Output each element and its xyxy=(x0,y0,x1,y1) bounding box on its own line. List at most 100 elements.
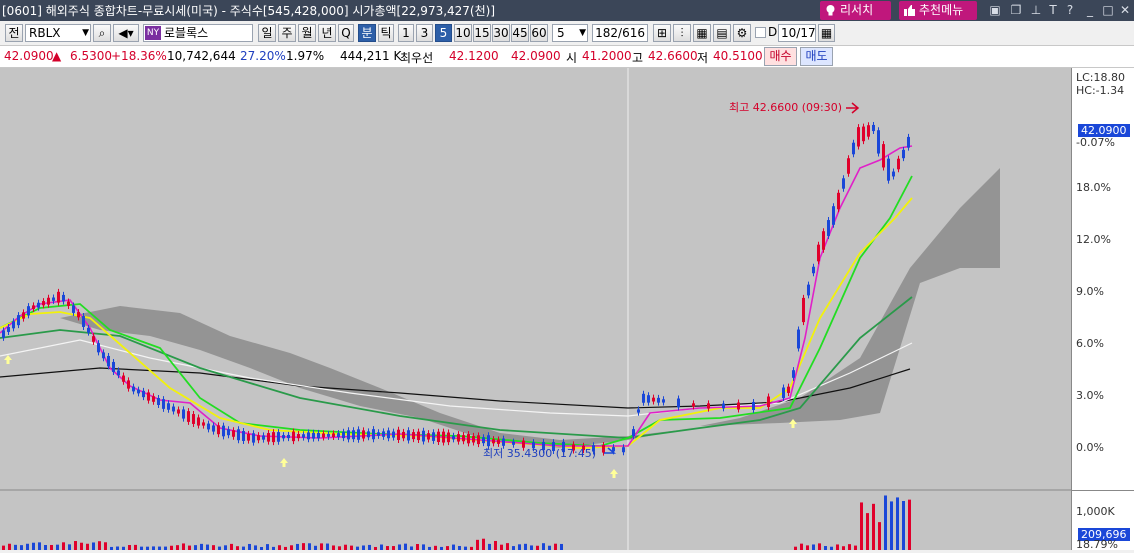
candle-body xyxy=(662,399,665,403)
interval-1[interactable]: 1 xyxy=(398,24,414,42)
interval-60[interactable]: 60 xyxy=(530,24,548,42)
candle-body xyxy=(237,429,240,441)
volume-bar xyxy=(410,546,413,550)
candle-body xyxy=(737,402,740,410)
interval-3[interactable]: 3 xyxy=(416,24,433,42)
grid-icon[interactable]: ▦ xyxy=(693,24,711,42)
candle-body xyxy=(837,192,840,210)
volume-bar xyxy=(434,545,437,550)
candle-body xyxy=(842,178,845,189)
date-checkbox[interactable] xyxy=(755,27,766,38)
text-icon[interactable]: T xyxy=(1045,2,1061,18)
chart-toolbar: 전 RBLX ▼ ⌕ ◀▾ NY 로블록스 일 주 월 년 Q 분 틱 1 3 … xyxy=(0,22,1134,46)
period-tick[interactable]: 틱 xyxy=(378,24,394,42)
buy-button[interactable]: 매수 xyxy=(764,47,797,66)
volume-bar xyxy=(158,546,161,550)
chart-canvas xyxy=(0,68,1071,550)
candle-body xyxy=(232,430,235,437)
candle-body xyxy=(72,305,75,313)
period-week[interactable]: 주 xyxy=(278,24,296,42)
candle-body xyxy=(807,284,810,296)
volume-bar xyxy=(200,543,203,550)
candle-body xyxy=(652,397,655,402)
current-price: 42.0900 xyxy=(4,49,54,63)
volume-bar xyxy=(476,539,479,550)
interval-5[interactable]: 5 xyxy=(435,24,452,42)
period-month[interactable]: 월 xyxy=(298,24,316,42)
help-icon[interactable]: ? xyxy=(1062,2,1078,18)
gear-icon[interactable]: ⚙ xyxy=(733,24,751,42)
candle-body xyxy=(642,393,645,403)
recommend-menu-button[interactable]: 추천메뉴 xyxy=(899,1,977,20)
volume-bar xyxy=(194,545,197,550)
up-triangle-icon: ▲ xyxy=(52,49,62,63)
candle-body xyxy=(322,433,325,438)
stock-name-field[interactable]: NY 로블록스 xyxy=(143,24,253,42)
candle-body xyxy=(342,431,345,439)
ticker-input[interactable]: RBLX ▼ xyxy=(25,24,91,42)
candle-body xyxy=(57,291,60,303)
volume-bar xyxy=(116,546,119,550)
volume-bar xyxy=(134,544,137,550)
candle-body xyxy=(162,399,165,409)
volume-bar xyxy=(50,544,53,550)
candle-body xyxy=(122,375,125,382)
candle-body xyxy=(602,445,605,453)
close-icon[interactable]: ✕ xyxy=(1117,2,1133,18)
title-bar: [0601] 해외주식 종합차트-무료시세(미국) - 주식수[545,428,… xyxy=(0,0,1134,21)
panel-divider xyxy=(1072,490,1134,491)
candle-body xyxy=(347,430,350,440)
candles-icon[interactable]: ⫶ xyxy=(673,24,691,42)
period-day[interactable]: 일 xyxy=(258,24,276,42)
maximize-icon[interactable]: □ xyxy=(1100,2,1116,18)
thumbs-up-icon xyxy=(904,5,915,16)
interval-10[interactable]: 10 xyxy=(454,24,472,42)
period-quarter[interactable]: Q xyxy=(338,24,354,42)
interval-select[interactable]: 5 ▼ xyxy=(552,24,588,42)
interval-30[interactable]: 30 xyxy=(492,24,510,42)
volume-bar xyxy=(14,544,17,550)
candle-body xyxy=(247,433,250,441)
save-icon[interactable]: ▤ xyxy=(713,24,731,42)
period-minute[interactable]: 분 xyxy=(358,24,376,42)
candle-body xyxy=(367,431,370,438)
interval-15[interactable]: 15 xyxy=(473,24,491,42)
calendar-icon[interactable]: ▦ xyxy=(818,24,835,42)
candle-body xyxy=(172,406,175,412)
candle-body xyxy=(847,158,850,174)
candle-body xyxy=(877,130,880,154)
sound-icon[interactable]: ◀▾ xyxy=(113,24,139,42)
price-chart[interactable]: 최고 42.6600 (09:30) 최저 35.4300 (17:45) xyxy=(0,68,1134,550)
prev-button[interactable]: 전 xyxy=(5,24,23,42)
count-field[interactable]: 182/616 xyxy=(592,24,648,42)
volume-bar xyxy=(38,542,41,550)
chevron-down-icon[interactable]: ▼ xyxy=(579,25,586,41)
minimize-icon[interactable]: _ xyxy=(1082,2,1098,18)
layout-icon[interactable]: ▣ xyxy=(987,2,1003,18)
sell-button[interactable]: 매도 xyxy=(800,47,833,66)
interval-45[interactable]: 45 xyxy=(511,24,529,42)
stock-name: 로블록스 xyxy=(164,26,209,40)
pin-icon[interactable]: ⊥ xyxy=(1028,2,1044,18)
window-icon[interactable]: ❐ xyxy=(1008,2,1024,18)
candle-body xyxy=(197,417,200,426)
volume-bar xyxy=(176,545,179,550)
candle-body xyxy=(267,433,270,442)
candle-body xyxy=(222,425,225,437)
count-value: 182 xyxy=(595,26,619,40)
candle-body xyxy=(97,343,100,353)
date-input[interactable]: 10/17 xyxy=(778,24,816,42)
research-button[interactable]: 리서치 xyxy=(820,1,891,20)
search-icon[interactable]: ⌕ xyxy=(93,24,111,42)
volume-bar xyxy=(452,544,455,550)
candle-body xyxy=(437,431,440,443)
candle-body xyxy=(767,396,770,408)
candle-body xyxy=(402,431,405,439)
chevron-down-icon[interactable]: ▼ xyxy=(82,25,89,41)
volume-bar xyxy=(818,543,821,550)
volume-bar xyxy=(104,542,107,550)
table-icon[interactable]: ⊞ xyxy=(653,24,671,42)
candle-body xyxy=(472,435,475,443)
candle-body xyxy=(632,429,635,437)
period-year[interactable]: 년 xyxy=(318,24,336,42)
